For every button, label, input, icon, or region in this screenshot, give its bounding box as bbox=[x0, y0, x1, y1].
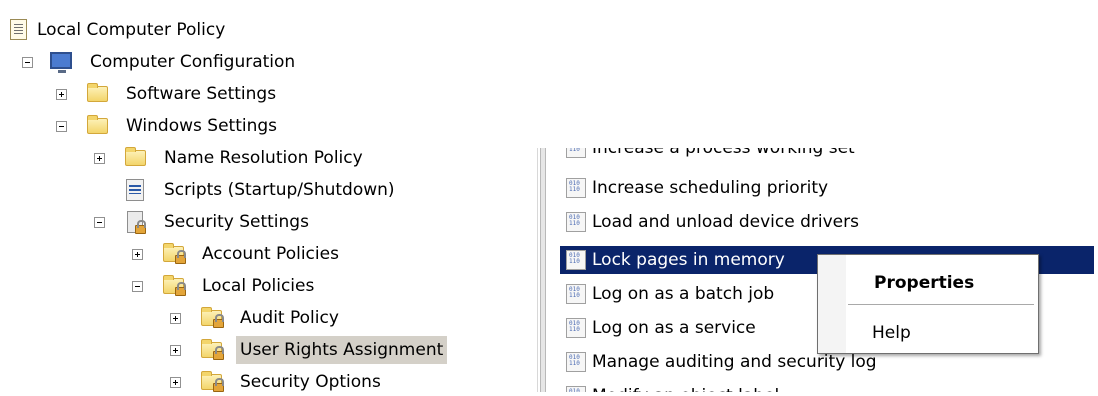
policy-item-label: Increase scheduling priority bbox=[592, 178, 829, 198]
tree-label: Computer Configuration bbox=[90, 52, 296, 72]
policy-item[interactable]: 010 110 Increase scheduling priority bbox=[560, 174, 1060, 202]
tree-item-local-policies[interactable]: Local Policies bbox=[0, 272, 400, 300]
tree-label: Audit Policy bbox=[240, 308, 339, 328]
policy-binary-icon: 010110 bbox=[566, 250, 586, 270]
context-menu-separator bbox=[848, 304, 1034, 305]
tree-label: User Rights Assignment bbox=[236, 336, 448, 364]
tree-item-windows-settings[interactable]: Windows Settings bbox=[0, 112, 310, 140]
policy-item-label: Lock pages in memory bbox=[592, 250, 785, 270]
folder-icon bbox=[125, 147, 146, 166]
folder-lock-icon bbox=[163, 243, 186, 264]
policy-item[interactable]: 010110 Modify an object label bbox=[560, 382, 1060, 392]
pane-divider bbox=[537, 148, 538, 392]
policy-item[interactable]: 010110 Increase a process working set bbox=[560, 148, 1060, 162]
tree-label: Security Settings bbox=[164, 212, 309, 232]
tree-label: Local Computer Policy bbox=[37, 20, 226, 40]
policy-item[interactable]: 010 110 Load and unload device drivers bbox=[560, 208, 1060, 236]
policy-binary-icon: 010110 bbox=[566, 148, 586, 158]
tree-item-computer-configuration[interactable]: Computer Configuration bbox=[0, 48, 330, 76]
tree-item-local-computer-policy[interactable]: Local Computer Policy bbox=[0, 16, 300, 44]
context-menu-properties[interactable]: Properties bbox=[874, 269, 974, 297]
expand-toggle-icon[interactable] bbox=[170, 345, 181, 356]
policy-binary-icon: 010110 bbox=[566, 284, 586, 304]
tree-item-security-settings[interactable]: Security Settings bbox=[0, 208, 380, 236]
expand-toggle-icon[interactable] bbox=[170, 313, 181, 324]
policy-item-label: Modify an object label bbox=[592, 382, 779, 392]
policy-binary-icon: 010110 bbox=[566, 386, 586, 392]
tree-label: Windows Settings bbox=[126, 116, 278, 136]
computer-icon bbox=[50, 52, 72, 73]
policy-item-label: Log on as a batch job bbox=[592, 284, 775, 304]
tree-item-user-rights-assignment[interactable]: User Rights Assignment bbox=[0, 336, 520, 364]
folder-lock-icon bbox=[163, 275, 186, 296]
policy-binary-icon: 010110 bbox=[566, 178, 586, 198]
expand-toggle-icon[interactable] bbox=[56, 89, 67, 100]
tree-label: Name Resolution Policy bbox=[164, 148, 363, 168]
pane-splitter[interactable] bbox=[540, 148, 546, 392]
policy-document-icon bbox=[10, 19, 27, 40]
collapse-toggle-icon[interactable] bbox=[56, 121, 67, 132]
tree-item-name-resolution-policy[interactable]: Name Resolution Policy bbox=[0, 144, 400, 172]
collapse-toggle-icon[interactable] bbox=[132, 281, 143, 292]
policy-item-label: Log on as a service bbox=[592, 318, 756, 338]
folder-icon bbox=[87, 83, 108, 102]
expand-toggle-icon[interactable] bbox=[94, 153, 105, 164]
tree-label: Local Policies bbox=[202, 276, 315, 296]
tree-label: Scripts (Startup/Shutdown) bbox=[164, 180, 395, 200]
tree-item-software-settings[interactable]: Software Settings bbox=[0, 80, 310, 108]
policy-binary-icon: 010110 bbox=[566, 352, 586, 372]
expand-toggle-icon[interactable] bbox=[170, 377, 181, 388]
policy-item-label: Increase a process working set bbox=[592, 148, 855, 158]
context-menu-help[interactable]: Help bbox=[872, 319, 911, 347]
folder-icon bbox=[87, 115, 108, 134]
tree-item-scripts[interactable]: Scripts (Startup/Shutdown) bbox=[0, 176, 440, 204]
folder-lock-icon bbox=[201, 339, 224, 360]
collapse-toggle-icon[interactable] bbox=[22, 57, 33, 68]
collapse-toggle-icon[interactable] bbox=[94, 217, 105, 228]
folder-lock-icon bbox=[201, 371, 224, 392]
script-icon bbox=[126, 179, 144, 201]
policy-binary-icon: 010110 bbox=[566, 318, 586, 338]
context-menu: Properties Help bbox=[817, 254, 1039, 354]
tree-item-account-policies[interactable]: Account Policies bbox=[0, 240, 400, 268]
policy-binary-icon: 010110 bbox=[566, 212, 586, 232]
context-menu-gutter bbox=[818, 255, 846, 353]
expand-toggle-icon[interactable] bbox=[132, 249, 143, 260]
policy-item-label: Load and unload device drivers bbox=[592, 212, 859, 232]
tree-label: Software Settings bbox=[126, 84, 277, 104]
tree-item-audit-policy[interactable]: Audit Policy bbox=[0, 304, 420, 332]
folder-lock-icon bbox=[201, 307, 224, 328]
tree-label: Account Policies bbox=[202, 244, 339, 264]
security-settings-icon bbox=[127, 211, 146, 234]
